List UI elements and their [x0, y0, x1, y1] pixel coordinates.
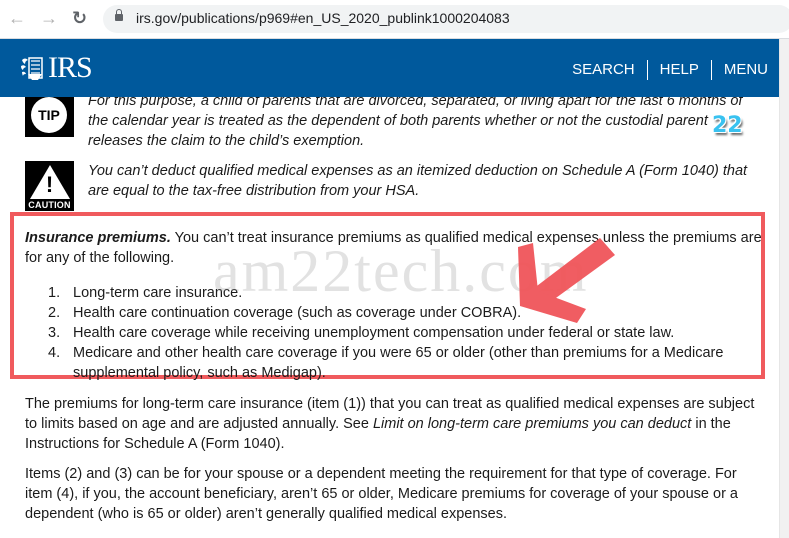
tip-text: For this purpose, a child of parents tha… — [88, 97, 743, 149]
reload-button[interactable]: ↻ — [72, 8, 87, 28]
list-item: 3. Health care coverage while receiving u… — [48, 325, 675, 341]
lock-icon — [115, 9, 123, 21]
insurance-premiums-heading: Insurance premiums. — [25, 230, 171, 246]
insurance-premiums-paragraph: Insurance premiums. You can’t treat insu… — [25, 228, 765, 268]
tip-icon-label: TIP — [31, 97, 67, 133]
site-header: IRS SEARCH HELP MENU — [0, 39, 789, 97]
items-coverage-paragraph: Items (2) and (3) can be for your spouse… — [25, 466, 738, 522]
list-item: 1. Long-term care insurance. — [48, 285, 243, 301]
forward-button[interactable]: → — [40, 8, 58, 28]
publication-content: TIP For this purpose, a child of parents… — [0, 97, 780, 538]
caution-note: ! CAUTION You can’t deduct qualified med… — [25, 161, 748, 211]
url-text[interactable]: irs.gov/publications/p969#en_US_2020_pub… — [136, 10, 510, 26]
limit-ltc-premiums-reference: Limit on long-term care premiums you can… — [372, 416, 692, 432]
long-term-care-paragraph: The premiums for long-term care insuranc… — [25, 396, 755, 452]
back-button[interactable]: ← — [8, 8, 26, 28]
list-item: 2. Health care continuation coverage (suc… — [48, 305, 522, 321]
search-link[interactable]: SEARCH — [560, 61, 647, 79]
tip-icon: TIP — [25, 97, 74, 137]
tip-note: TIP For this purpose, a child of parents… — [25, 97, 748, 151]
caution-icon-label: CAUTION — [28, 200, 71, 210]
premium-types-list: 1. Long-term care insurance. 2. Health car… — [48, 283, 758, 383]
address-bar[interactable]: irs.gov/publications/p969#en_US_2020_pub… — [103, 5, 789, 33]
page-scrollbar[interactable] — [779, 39, 789, 538]
irs-logo[interactable]: IRS — [18, 51, 93, 84]
irs-eagle-icon — [21, 57, 43, 80]
caution-icon: ! CAUTION — [25, 161, 74, 211]
header-nav: SEARCH HELP MENU — [560, 60, 768, 80]
help-link[interactable]: HELP — [648, 61, 711, 79]
list-item: 4. Medicare and other health care coverag… — [48, 345, 724, 381]
caution-text: You can’t deduct qualified medical expen… — [88, 163, 748, 199]
badge-22: 22 — [712, 113, 743, 138]
irs-logo-text: IRS — [48, 51, 93, 84]
menu-link[interactable]: MENU — [712, 61, 768, 79]
browser-toolbar: ← → ↻ irs.gov/publications/p969#en_US_20… — [0, 0, 789, 39]
